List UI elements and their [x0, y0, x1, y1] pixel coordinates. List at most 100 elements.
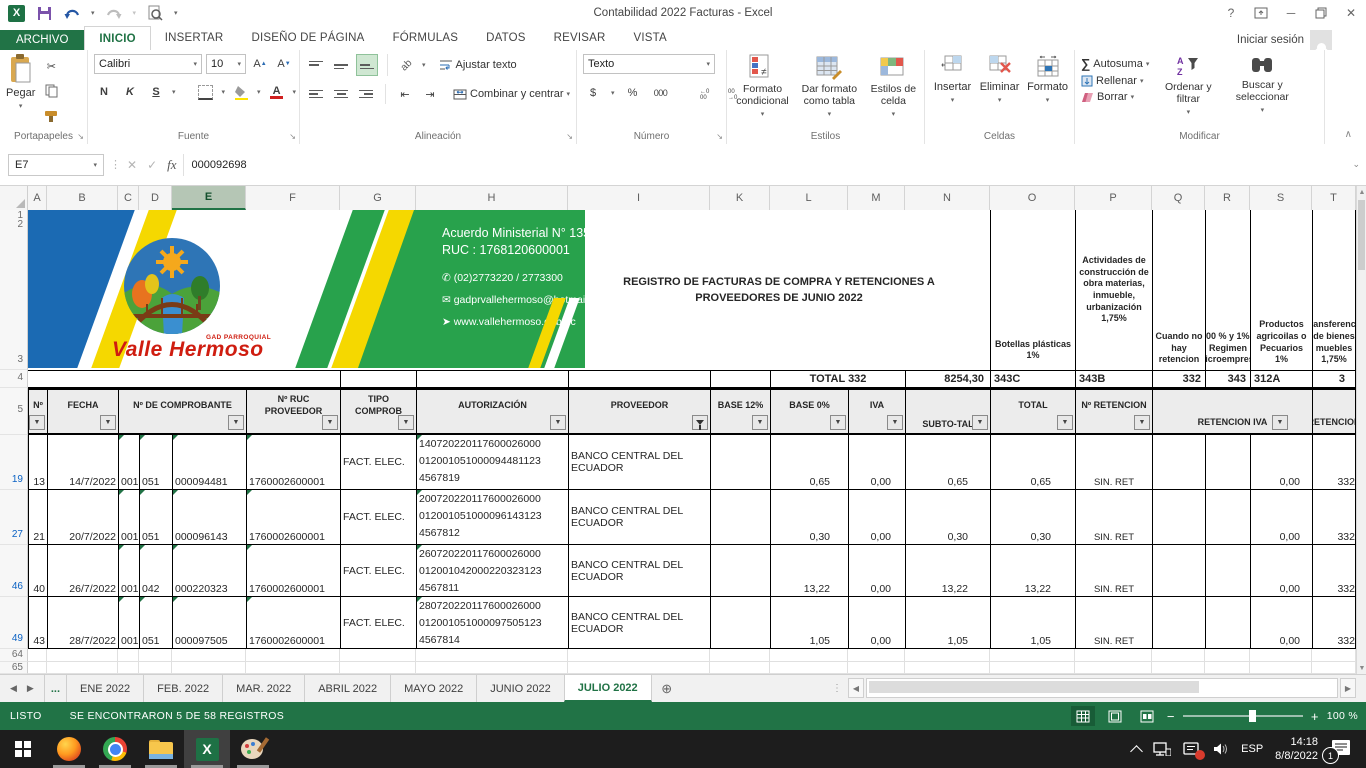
cell-tipo[interactable]: FACT. ELEC.: [340, 597, 416, 649]
scroll-down-icon[interactable]: ▼: [1357, 662, 1366, 674]
sheet-tab-mar[interactable]: MAR. 2022: [222, 675, 304, 702]
header-proveedor[interactable]: PROVEEDOR: [568, 390, 710, 433]
minimize-button[interactable]: ─: [1276, 0, 1306, 26]
taskbar-firefox-icon[interactable]: [46, 730, 92, 768]
tab-diseno[interactable]: DISEÑO DE PÁGINA: [237, 26, 378, 50]
sign-in[interactable]: Iniciar sesión: [1237, 30, 1332, 50]
cell-n[interactable]: 21: [28, 490, 47, 545]
cell-tipo[interactable]: FACT. ELEC.: [340, 545, 416, 597]
row-gutter-4[interactable]: 4: [0, 370, 28, 388]
filter-dropdown-icon[interactable]: ▼: [398, 415, 414, 430]
format-cells-button[interactable]: Formato▾: [1025, 54, 1070, 128]
cell-nret[interactable]: SIN. RET: [1075, 545, 1152, 597]
page-break-view-icon[interactable]: [1135, 706, 1159, 726]
cell-base12[interactable]: [710, 490, 770, 545]
cell-q[interactable]: [1152, 490, 1205, 545]
cell-O-header[interactable]: Botellas plásticas 1%: [990, 210, 1075, 370]
cell-tipo[interactable]: FACT. ELEC.: [340, 435, 416, 490]
restore-button[interactable]: [1306, 0, 1336, 26]
cell-base12[interactable]: [710, 545, 770, 597]
excel-app-icon[interactable]: X: [8, 5, 25, 22]
filter-active-icon[interactable]: [692, 415, 708, 430]
cell-iva[interactable]: 0,00: [848, 597, 905, 649]
col-G[interactable]: G: [340, 186, 416, 210]
cell-total-subtotal[interactable]: 8254,30: [905, 371, 990, 387]
cell-ret[interactable]: 332: [1312, 490, 1356, 545]
format-painter-icon[interactable]: [41, 106, 61, 126]
cell-comprobante[interactable]: 000097505: [172, 597, 246, 649]
header-base12[interactable]: BASE 12%▼: [710, 390, 770, 433]
cell-autorizacion[interactable]: 280720220117600026000 012001051000097505…: [416, 597, 568, 649]
filter-dropdown-icon[interactable]: ▼: [550, 415, 566, 430]
align-middle-icon[interactable]: [331, 55, 351, 75]
cell-n[interactable]: 43: [28, 597, 47, 649]
page-layout-view-icon[interactable]: [1103, 706, 1127, 726]
fill-color-dropdown[interactable]: ▾: [257, 88, 261, 96]
cell-proveedor[interactable]: BANCO CENTRAL DEL ECUADOR: [568, 490, 710, 545]
align-left-icon[interactable]: [306, 84, 326, 104]
col-S[interactable]: S: [1250, 186, 1312, 210]
cell-punto[interactable]: 051: [139, 597, 172, 649]
orientation-icon[interactable]: ab: [397, 55, 417, 75]
format-as-table-button[interactable]: Dar formato como tabla▾: [798, 54, 861, 128]
cell-H4[interactable]: [416, 371, 568, 387]
header-base0[interactable]: BASE 0%▼: [770, 390, 848, 433]
cell-q[interactable]: [1152, 545, 1205, 597]
font-size-select[interactable]: 10▾: [206, 54, 246, 74]
number-format-select[interactable]: Texto▾: [583, 54, 715, 74]
tab-vista[interactable]: VISTA: [620, 26, 681, 50]
cell-K4[interactable]: [710, 371, 770, 387]
col-N[interactable]: N: [905, 186, 990, 210]
cell-r[interactable]: [1205, 490, 1250, 545]
cell-iva[interactable]: 0,00: [848, 545, 905, 597]
increase-indent-icon[interactable]: ⇥: [420, 84, 440, 104]
tray-expand-icon[interactable]: [1130, 745, 1143, 758]
filter-dropdown-icon[interactable]: ▼: [100, 415, 116, 430]
taskbar-chrome-icon[interactable]: [92, 730, 138, 768]
tab-inicio[interactable]: INICIO: [84, 26, 150, 50]
cell-total-S[interactable]: 312A: [1250, 371, 1312, 387]
cell-total[interactable]: 1,05: [990, 597, 1075, 649]
tab-datos[interactable]: DATOS: [472, 26, 540, 50]
cell-base0[interactable]: 0,30: [770, 490, 848, 545]
cell-comprobante[interactable]: 000096143: [172, 490, 246, 545]
cancel-entry-icon[interactable]: ✕: [127, 158, 137, 172]
sheet-tab-junio[interactable]: JUNIO 2022: [476, 675, 564, 702]
undo-icon[interactable]: [63, 4, 81, 22]
cell-ret-iva[interactable]: 0,00: [1250, 597, 1312, 649]
insert-function-icon[interactable]: fx: [167, 157, 176, 173]
cell-nret[interactable]: SIN. RET: [1075, 490, 1152, 545]
filter-dropdown-icon[interactable]: ▼: [830, 415, 846, 430]
header-tipo[interactable]: TIPO COMPROB▼: [340, 390, 416, 433]
zoom-slider-thumb[interactable]: [1249, 710, 1256, 722]
cell-ruc[interactable]: 1760002600001: [246, 490, 340, 545]
align-bottom-icon[interactable]: [356, 54, 378, 76]
borders-icon[interactable]: [196, 82, 216, 102]
cell-r[interactable]: [1205, 435, 1250, 490]
cell-total-R[interactable]: 343: [1205, 371, 1250, 387]
sheet-tab-feb[interactable]: FEB. 2022: [143, 675, 222, 702]
filter-dropdown-icon[interactable]: ▼: [1134, 415, 1150, 430]
tab-revisar[interactable]: REVISAR: [540, 26, 620, 50]
conditional-format-button[interactable]: ≠ Formato condicional▾: [733, 54, 792, 128]
hscroll-right-icon[interactable]: ▶: [1340, 678, 1356, 698]
filter-dropdown-icon[interactable]: ▼: [1057, 415, 1073, 430]
tab-insertar[interactable]: INSERTAR: [151, 26, 238, 50]
vertical-scroll-thumb[interactable]: [1358, 200, 1365, 270]
find-select-button[interactable]: Buscar y seleccionar▾: [1227, 54, 1297, 128]
cell-subtotal[interactable]: 13,22: [905, 545, 990, 597]
cell-autorizacion[interactable]: 200720220117600026000 012001051000096143…: [416, 490, 568, 545]
cell-punto[interactable]: 051: [139, 490, 172, 545]
numero-dialog-launcher[interactable]: ↘: [716, 132, 723, 141]
action-center-icon[interactable]: [1183, 742, 1201, 757]
filter-dropdown-icon[interactable]: ▼: [887, 415, 903, 430]
zoom-level[interactable]: 100 %: [1327, 710, 1358, 722]
cell-ret[interactable]: 332: [1312, 545, 1356, 597]
cell-ret[interactable]: 332: [1312, 597, 1356, 649]
print-preview-icon[interactable]: [146, 4, 164, 22]
customize-qat-icon[interactable]: ▾: [174, 9, 178, 17]
cell-fecha[interactable]: 14/7/2022: [47, 435, 118, 490]
sheet-overflow-indicator[interactable]: ...: [44, 675, 66, 702]
cell-subtotal[interactable]: 1,05: [905, 597, 990, 649]
col-M[interactable]: M: [848, 186, 905, 210]
